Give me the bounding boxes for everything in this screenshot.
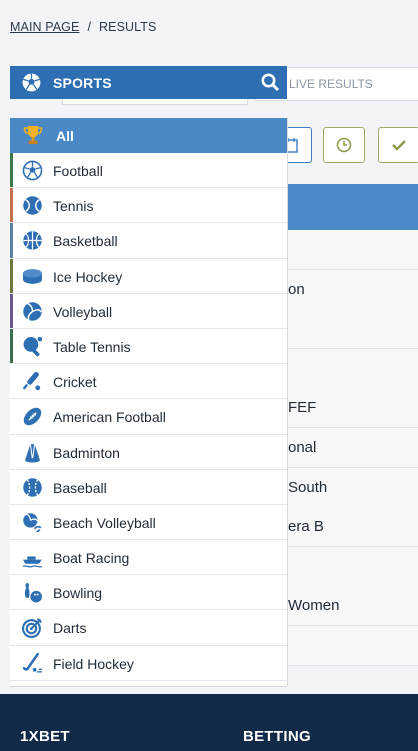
search-icon[interactable] bbox=[261, 73, 280, 92]
menu-item-field-hockey[interactable]: Field Hockey bbox=[10, 645, 287, 681]
american-football-icon bbox=[22, 406, 43, 427]
results-row: South bbox=[288, 467, 418, 508]
menu-item-accent-bar bbox=[10, 575, 13, 609]
footer-1xbet-heading: 1XBET bbox=[20, 728, 70, 745]
clock-icon bbox=[336, 137, 352, 153]
menu-item-beach-volleyball[interactable]: Beach Volleyball bbox=[10, 504, 287, 541]
menu-item-american-football[interactable]: American Football bbox=[10, 399, 287, 435]
sports-dropdown-title: SPORTS bbox=[53, 75, 112, 91]
menu-item-accent-bar bbox=[10, 223, 13, 258]
bowling-icon bbox=[22, 582, 43, 603]
apply-button[interactable] bbox=[378, 127, 418, 163]
menu-item-label: Beach Volleyball bbox=[53, 514, 156, 531]
menu-item-accent-bar bbox=[10, 153, 13, 188]
time-filter-button[interactable] bbox=[323, 127, 365, 163]
trophy-icon bbox=[23, 126, 43, 144]
menu-item-label: Tennis bbox=[53, 198, 94, 215]
menu-item-label: Bowling bbox=[53, 585, 103, 602]
menu-item-accent-bar bbox=[10, 505, 13, 539]
menu-item-label: Badminton bbox=[53, 444, 120, 461]
menu-item-tennis-ball[interactable]: Tennis bbox=[10, 188, 287, 224]
menu-item-volleyball[interactable]: Volleyball bbox=[10, 293, 287, 329]
cricket-bat-icon bbox=[22, 371, 43, 392]
menu-item-table-tennis[interactable]: Table Tennis bbox=[10, 328, 287, 365]
menu-item-accent-bar bbox=[10, 470, 13, 504]
menu-item-accent-bar bbox=[10, 188, 13, 223]
menu-item-accent-bar bbox=[10, 610, 13, 644]
baseball-icon bbox=[22, 477, 43, 498]
menu-item-basketball[interactable]: Basketball bbox=[10, 223, 287, 259]
menu-item-label: Table Tennis bbox=[53, 338, 131, 355]
menu-item-accent-bar bbox=[10, 364, 13, 398]
soccer-ball-icon bbox=[22, 73, 41, 92]
menu-item-darts[interactable]: Darts bbox=[10, 610, 287, 646]
menu-item-shuttlecock[interactable]: Badminton bbox=[10, 434, 287, 470]
menu-item-boat[interactable]: Boat Racing bbox=[10, 540, 287, 576]
results-row bbox=[288, 230, 418, 270]
results-row: era B bbox=[288, 507, 418, 548]
results-row bbox=[288, 309, 418, 350]
results-row: Women bbox=[288, 586, 418, 627]
football-icon bbox=[22, 160, 43, 181]
checkmark-icon bbox=[392, 140, 406, 151]
footer: 1XBET BETTING bbox=[0, 694, 418, 751]
breadcrumb: MAIN PAGE / RESULTS bbox=[10, 20, 156, 34]
results-table-header bbox=[288, 184, 418, 230]
results-row: FEF bbox=[288, 388, 418, 429]
breadcrumb-main-page-link[interactable]: MAIN PAGE bbox=[10, 20, 79, 34]
menu-item-accent-bar bbox=[10, 328, 13, 364]
menu-item-accent-bar bbox=[10, 540, 13, 574]
results-row: onal bbox=[288, 428, 418, 468]
menu-item-accent-bar bbox=[10, 399, 13, 433]
menu-item-accent-bar bbox=[10, 258, 13, 293]
sports-dropdown-header[interactable]: SPORTS bbox=[10, 66, 287, 99]
menu-item-bowling[interactable]: Bowling bbox=[10, 575, 287, 611]
results-row bbox=[288, 626, 418, 666]
table-tennis-icon bbox=[22, 336, 43, 357]
menu-item-accent-bar bbox=[10, 293, 13, 328]
filter-field-edge bbox=[62, 98, 248, 105]
menu-item-label: Basketball bbox=[53, 233, 118, 250]
footer-betting-heading: BETTING bbox=[243, 728, 311, 745]
darts-icon bbox=[22, 617, 43, 639]
field-hockey-icon bbox=[22, 652, 43, 674]
basketball-icon bbox=[22, 230, 43, 251]
results-row bbox=[288, 348, 418, 389]
menu-item-baseball[interactable]: Baseball bbox=[10, 469, 287, 505]
menu-item-label: American Football bbox=[53, 409, 166, 426]
breadcrumb-current: RESULTS bbox=[99, 20, 157, 34]
boat-icon bbox=[22, 547, 43, 568]
menu-item-accent-bar bbox=[10, 435, 13, 469]
menu-item-label: Boat Racing bbox=[53, 550, 130, 567]
menu-item-football[interactable]: Football bbox=[10, 153, 287, 189]
menu-item-label: Darts bbox=[53, 620, 87, 637]
menu-item-label: Cricket bbox=[53, 374, 97, 391]
menu-item-label: Field Hockey bbox=[53, 655, 134, 672]
menu-item-label: Football bbox=[53, 163, 103, 179]
breadcrumb-separator: / bbox=[87, 20, 92, 34]
shuttlecock-icon bbox=[22, 442, 43, 463]
results-row bbox=[288, 546, 418, 587]
menu-item-label: Volleyball bbox=[53, 303, 113, 320]
tennis-ball-icon bbox=[22, 195, 43, 216]
volleyball-icon bbox=[22, 301, 43, 322]
menu-item-accent-bar bbox=[10, 646, 13, 680]
hockey-puck-icon bbox=[22, 266, 43, 287]
menu-item-label: Baseball bbox=[53, 479, 107, 496]
menu-item-cricket-bat[interactable]: Cricket bbox=[10, 364, 287, 400]
search-placeholder: LIVE RESULTS bbox=[289, 77, 373, 91]
menu-item-all[interactable]: All bbox=[10, 118, 287, 153]
results-row: on bbox=[288, 269, 418, 310]
sports-menu: All Football Tennis Basketball Ice Hockey Vo… bbox=[10, 118, 287, 686]
beach-volleyball-icon bbox=[22, 512, 43, 533]
menu-item-label: Ice Hockey bbox=[53, 268, 123, 285]
menu-item-all-label: All bbox=[56, 128, 74, 144]
menu-item-hockey-puck[interactable]: Ice Hockey bbox=[10, 258, 287, 294]
